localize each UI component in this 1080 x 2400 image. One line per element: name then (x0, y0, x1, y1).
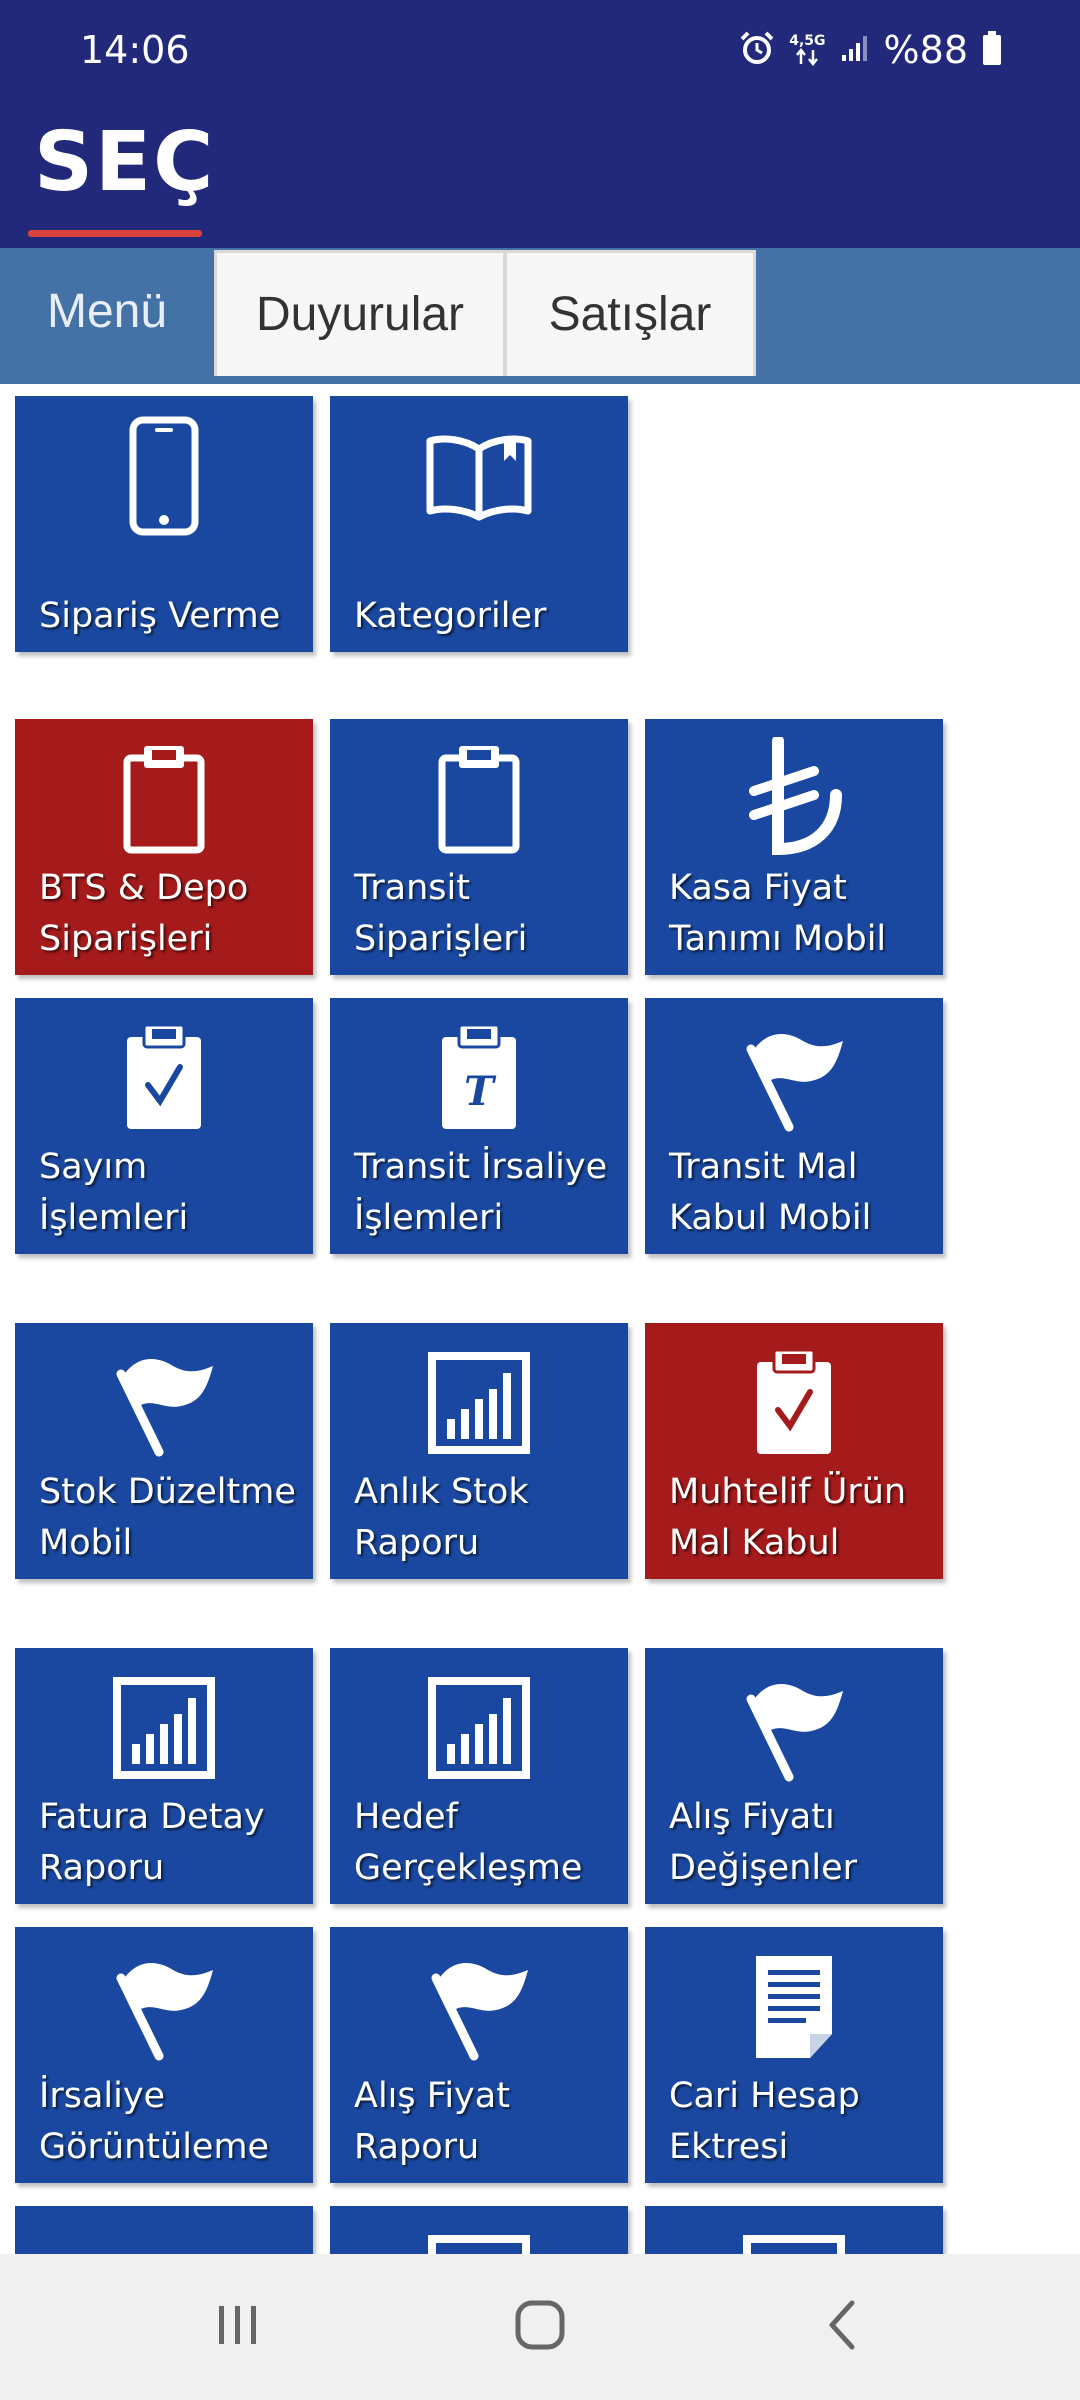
chart-icon (330, 1668, 628, 1788)
tile-label: Fatura Detay Raporu (39, 1797, 265, 1888)
tile-label: Anlık Stok Raporu (354, 1472, 529, 1563)
home-button[interactable] (470, 2254, 610, 2400)
clipboard-icon (15, 739, 313, 859)
back-icon (822, 2299, 862, 2355)
logo-underline (28, 230, 202, 237)
tile-label: Muhtelif Ürün Mal Kabul (669, 1472, 907, 1563)
tab-sales[interactable]: Satışlar (504, 250, 756, 376)
home-icon (514, 2299, 566, 2355)
tile-label: Hedef Gerçekleşme (354, 1797, 583, 1888)
alarm-icon (739, 30, 775, 70)
network-type: 4,5G (789, 33, 826, 49)
app-logo: SEÇ (34, 115, 216, 210)
system-nav-bar (0, 2254, 1080, 2400)
menu-tile-transit-irsaliye-işlemleri[interactable]: T Transit İrsaliye İşlemleri (330, 998, 628, 1254)
chart-icon (330, 1343, 628, 1463)
clipboard-icon (330, 739, 628, 859)
document-icon (645, 1947, 943, 2067)
data-arrows-icon: 4,5G (789, 33, 826, 66)
menu-tile-stok-düzeltme-mobil[interactable]: Stok Düzeltme Mobil (15, 1323, 313, 1579)
menu-grid: Sipariş Verme Kategoriler BTS & Depo Sipar… (0, 384, 1080, 2254)
lira-icon (645, 737, 943, 859)
recents-button[interactable] (168, 2254, 308, 2400)
tab-bar: Menü Duyurular Satışlar (0, 248, 1080, 384)
book-icon (330, 416, 628, 536)
phone-icon (15, 416, 313, 536)
tile-label: BTS & Depo Siparişleri (39, 868, 249, 959)
back-button[interactable] (772, 2254, 912, 2400)
tile-label: Transit Mal Kabul Mobil (669, 1147, 872, 1238)
chart-icon (645, 2226, 943, 2254)
chart-icon (330, 2226, 628, 2254)
tile-label: Kategoriler (354, 596, 547, 636)
status-icons: 4,5G %88 (739, 28, 1002, 72)
flag-icon (330, 1947, 628, 2067)
tile-label: Stok Düzeltme Mobil (39, 1472, 296, 1563)
menu-tile-alış-fiyatı-değişenler[interactable]: Alış Fiyatı Değişenler (645, 1648, 943, 1904)
flag-icon (645, 1018, 943, 1138)
menu-tile-anlık-stok-raporu[interactable]: Anlık Stok Raporu (330, 1323, 628, 1579)
menu-tile-partial[interactable] (15, 2206, 313, 2254)
flag-icon (15, 1947, 313, 2067)
menu-tile-alış-fiyat-raporu[interactable]: Alış Fiyat Raporu (330, 1927, 628, 2183)
recents-icon (215, 2302, 261, 2352)
menu-tile-irsaliye-görüntüleme[interactable]: İrsaliye Görüntüleme (15, 1927, 313, 2183)
flag-icon (15, 1343, 313, 1463)
menu-tile-kategoriler[interactable]: Kategoriler (330, 396, 628, 652)
menu-tile-bts-depo-siparişleri[interactable]: BTS & Depo Siparişleri (15, 719, 313, 975)
menu-tile-hedef-gerçekleşme[interactable]: Hedef Gerçekleşme (330, 1648, 628, 1904)
tile-label: Sayım İşlemleri (39, 1147, 189, 1238)
chart-icon (15, 1668, 313, 1788)
clipboard-t-icon: T (330, 1018, 628, 1138)
tab-menu[interactable]: Menü (0, 248, 214, 374)
tile-label: Transit İrsaliye İşlemleri (354, 1147, 608, 1238)
app-bar: 14:06 4,5G %88 SEÇ (0, 0, 1080, 248)
menu-tile-cari-hesap-ektresi[interactable]: Cari Hesap Ektresi (645, 1927, 943, 2183)
tile-label: Kasa Fiyat Tanımı Mobil (669, 868, 887, 959)
tab-announcements[interactable]: Duyurular (214, 250, 506, 376)
tile-label: İrsaliye Görüntüleme (39, 2076, 270, 2167)
menu-tile-sayım-işlemleri[interactable]: Sayım İşlemleri (15, 998, 313, 1254)
signal-icon (840, 33, 870, 67)
menu-tile-sipariş-verme[interactable]: Sipariş Verme (15, 396, 313, 652)
tile-label: Transit Siparişleri (354, 868, 528, 959)
menu-tile-fatura-detay-raporu[interactable]: Fatura Detay Raporu (15, 1648, 313, 1904)
tile-label: Sipariş Verme (39, 596, 281, 636)
svg-text:T: T (464, 1068, 497, 1115)
flag-icon (645, 1668, 943, 1788)
menu-tile-transit-mal-kabul-mobil[interactable]: Transit Mal Kabul Mobil (645, 998, 943, 1254)
clipboard-check-icon (645, 1343, 943, 1463)
tile-label: Alış Fiyat Raporu (354, 2076, 510, 2167)
menu-tile-transit-siparişleri[interactable]: Transit Siparişleri (330, 719, 628, 975)
tile-label: Cari Hesap Ektresi (669, 2076, 860, 2167)
menu-tile-kasa-fiyat-tanımı-mobil[interactable]: Kasa Fiyat Tanımı Mobil (645, 719, 943, 975)
menu-tile-partial[interactable] (330, 2206, 628, 2254)
menu-tile-muhtelif-ürün-mal-kabul[interactable]: Muhtelif Ürün Mal Kabul (645, 1323, 943, 1579)
battery-percent: %88 (883, 28, 968, 72)
battery-icon (982, 31, 1002, 69)
menu-tile-partial[interactable] (645, 2206, 943, 2254)
status-time: 14:06 (80, 28, 190, 72)
clipboard-check-icon (15, 1018, 313, 1138)
tile-label: Alış Fiyatı Değişenler (669, 1797, 858, 1888)
